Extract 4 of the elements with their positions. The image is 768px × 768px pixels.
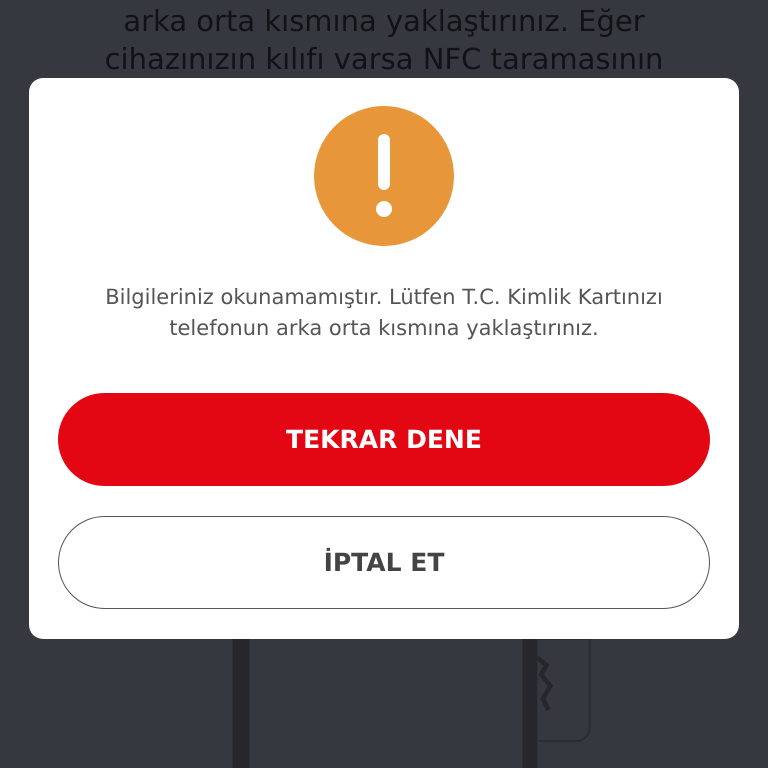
error-message: Bilgileriniz okunamamıştır. Lütfen T.C. Kimlik Kartınızı telefonun arka orta kısmına yaklaştırınız. <box>104 284 664 342</box>
cancel-button[interactable]: İPTAL ET <box>58 516 710 609</box>
warning-icon <box>314 106 454 246</box>
retry-button[interactable]: TEKRAR DENE <box>58 393 710 486</box>
